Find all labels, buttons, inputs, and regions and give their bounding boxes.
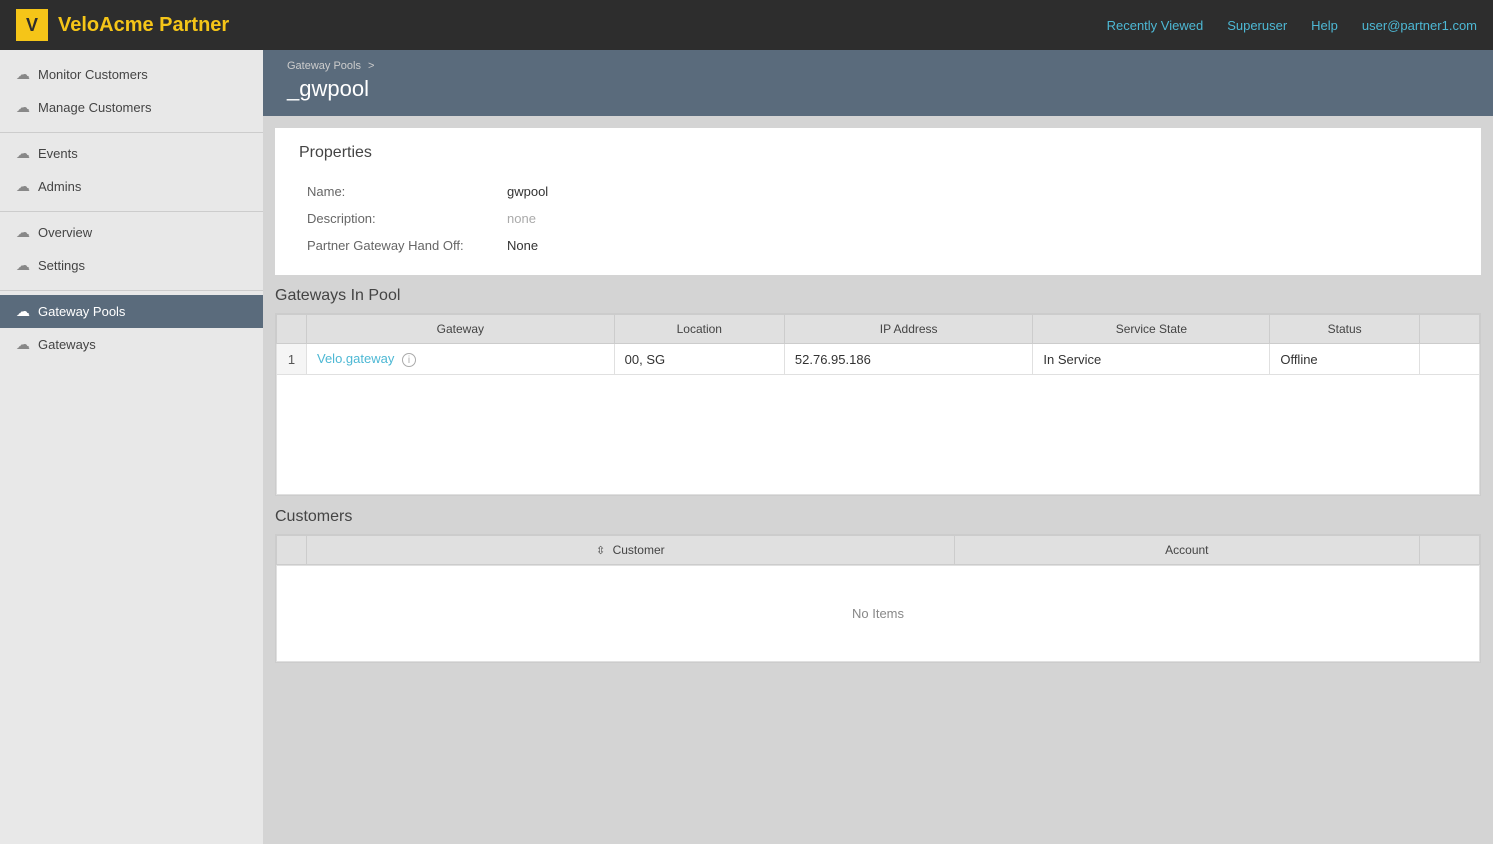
col-header-customer[interactable]: ⇳ Customer bbox=[307, 536, 955, 565]
sidebar: ☁ Monitor Customers ☁ Manage Customers ☁… bbox=[0, 50, 263, 844]
col-header-gateway: Gateway bbox=[307, 315, 615, 344]
col-header-ip: IP Address bbox=[784, 315, 1033, 344]
properties-section-title: Properties bbox=[299, 144, 1457, 162]
sidebar-item-settings[interactable]: ☁ Settings bbox=[0, 249, 263, 282]
breadcrumb-parent-link[interactable]: Gateway Pools bbox=[287, 60, 361, 72]
properties-table: Name: gwpool Description: none Partner G… bbox=[299, 178, 1457, 259]
sidebar-item-label: Monitor Customers bbox=[38, 67, 148, 82]
gateways-table-header-row: Gateway Location IP Address Service Stat… bbox=[277, 315, 1480, 344]
row-number: 1 bbox=[277, 344, 307, 375]
sidebar-item-monitor-customers[interactable]: ☁ Monitor Customers bbox=[0, 58, 263, 91]
sidebar-item-gateways[interactable]: ☁ Gateways bbox=[0, 328, 263, 361]
sidebar-item-label: Gateways bbox=[38, 337, 96, 352]
sidebar-item-admins[interactable]: ☁ Admins bbox=[0, 170, 263, 203]
property-value: none bbox=[499, 205, 1457, 232]
no-items-message: No Items bbox=[276, 565, 1480, 662]
row-actions bbox=[1420, 344, 1480, 375]
col-header-actions bbox=[1420, 315, 1480, 344]
sidebar-divider bbox=[0, 211, 263, 212]
customers-table: ⇳ Customer Account bbox=[276, 535, 1480, 565]
gateways-in-pool-section: Gateways In Pool Gateway Location IP Add… bbox=[275, 287, 1481, 496]
col-header-num bbox=[277, 536, 307, 565]
cloud-icon: ☁ bbox=[16, 257, 30, 274]
customers-table-header-row: ⇳ Customer Account bbox=[277, 536, 1480, 565]
customers-section-title: Customers bbox=[275, 508, 1481, 526]
property-label: Name: bbox=[299, 178, 499, 205]
property-row-handoff: Partner Gateway Hand Off: None bbox=[299, 232, 1457, 259]
property-value: None bbox=[499, 232, 1457, 259]
breadcrumb-separator: > bbox=[368, 60, 374, 72]
sidebar-item-label: Manage Customers bbox=[38, 100, 151, 115]
page-header: Gateway Pools > _gwpool bbox=[263, 50, 1493, 116]
help-link[interactable]: Help bbox=[1311, 18, 1338, 33]
logo-letter: V bbox=[26, 15, 38, 36]
property-row-description: Description: none bbox=[299, 205, 1457, 232]
customers-section: Customers ⇳ Customer Account bbox=[275, 508, 1481, 663]
sidebar-section-gateways: ☁ Gateway Pools ☁ Gateways bbox=[0, 295, 263, 361]
sidebar-item-label: Gateway Pools bbox=[38, 304, 125, 319]
customers-table-wrapper: ⇳ Customer Account No Items bbox=[275, 534, 1481, 663]
topnav-links: Recently Viewed Superuser Help user@part… bbox=[1107, 18, 1477, 33]
row-service-state: In Service bbox=[1033, 344, 1270, 375]
gateways-table: Gateway Location IP Address Service Stat… bbox=[276, 314, 1480, 495]
app-title: VeloAcme Partner bbox=[58, 14, 229, 37]
sidebar-divider bbox=[0, 132, 263, 133]
gateways-table-wrapper: Gateway Location IP Address Service Stat… bbox=[275, 313, 1481, 496]
cloud-icon: ☁ bbox=[16, 224, 30, 241]
logo-box: V bbox=[16, 9, 48, 41]
sidebar-item-manage-customers[interactable]: ☁ Manage Customers bbox=[0, 91, 263, 124]
property-label: Description: bbox=[299, 205, 499, 232]
page-layout: ☁ Monitor Customers ☁ Manage Customers ☁… bbox=[0, 50, 1493, 844]
sort-icon: ⇳ bbox=[596, 545, 605, 557]
sidebar-item-label: Admins bbox=[38, 179, 81, 194]
row-ip: 52.76.95.186 bbox=[784, 344, 1033, 375]
sidebar-section-customers: ☁ Monitor Customers ☁ Manage Customers bbox=[0, 58, 263, 124]
cloud-icon: ☁ bbox=[16, 303, 30, 320]
logo-area: V VeloAcme Partner bbox=[16, 9, 229, 41]
cloud-icon: ☁ bbox=[16, 178, 30, 195]
cloud-icon: ☁ bbox=[16, 99, 30, 116]
page-title: _gwpool bbox=[287, 76, 1469, 102]
col-header-num bbox=[277, 315, 307, 344]
sidebar-item-events[interactable]: ☁ Events bbox=[0, 137, 263, 170]
sidebar-item-label: Settings bbox=[38, 258, 85, 273]
sidebar-item-label: Events bbox=[38, 146, 78, 161]
property-row-name: Name: gwpool bbox=[299, 178, 1457, 205]
sidebar-section-events: ☁ Events ☁ Admins bbox=[0, 137, 263, 203]
cloud-icon: ☁ bbox=[16, 66, 30, 83]
user-email: user@partner1.com bbox=[1362, 18, 1477, 33]
gateway-link[interactable]: Velo.gateway bbox=[317, 351, 394, 366]
empty-row bbox=[277, 375, 1480, 495]
sidebar-divider bbox=[0, 290, 263, 291]
sidebar-section-overview: ☁ Overview ☁ Settings bbox=[0, 216, 263, 282]
top-navigation: V VeloAcme Partner Recently Viewed Super… bbox=[0, 0, 1493, 50]
col-header-customer-label: Customer bbox=[613, 543, 665, 557]
sidebar-item-gateway-pools[interactable]: ☁ Gateway Pools bbox=[0, 295, 263, 328]
property-label: Partner Gateway Hand Off: bbox=[299, 232, 499, 259]
col-header-service-state: Service State bbox=[1033, 315, 1270, 344]
col-header-actions bbox=[1420, 536, 1480, 565]
main-content: Gateway Pools > _gwpool Properties Name:… bbox=[263, 50, 1493, 844]
info-icon[interactable]: i bbox=[402, 353, 416, 367]
sidebar-item-label: Overview bbox=[38, 225, 92, 240]
cloud-icon: ☁ bbox=[16, 145, 30, 162]
breadcrumb: Gateway Pools > bbox=[287, 60, 1469, 72]
col-header-location: Location bbox=[614, 315, 784, 344]
col-header-status: Status bbox=[1270, 315, 1420, 344]
cloud-icon: ☁ bbox=[16, 336, 30, 353]
recently-viewed-link[interactable]: Recently Viewed bbox=[1107, 18, 1204, 33]
gateways-in-pool-title: Gateways In Pool bbox=[275, 287, 1481, 305]
superuser-link[interactable]: Superuser bbox=[1227, 18, 1287, 33]
property-value: gwpool bbox=[499, 178, 1457, 205]
col-header-account: Account bbox=[954, 536, 1419, 565]
table-row: 1 Velo.gateway i 00, SG 52.76.95.186 In … bbox=[277, 344, 1480, 375]
row-gateway: Velo.gateway i bbox=[307, 344, 615, 375]
empty-cell bbox=[277, 375, 1480, 495]
properties-section: Properties Name: gwpool Description: non… bbox=[275, 128, 1481, 275]
sidebar-item-overview[interactable]: ☁ Overview bbox=[0, 216, 263, 249]
row-status: Offline bbox=[1270, 344, 1420, 375]
row-location: 00, SG bbox=[614, 344, 784, 375]
